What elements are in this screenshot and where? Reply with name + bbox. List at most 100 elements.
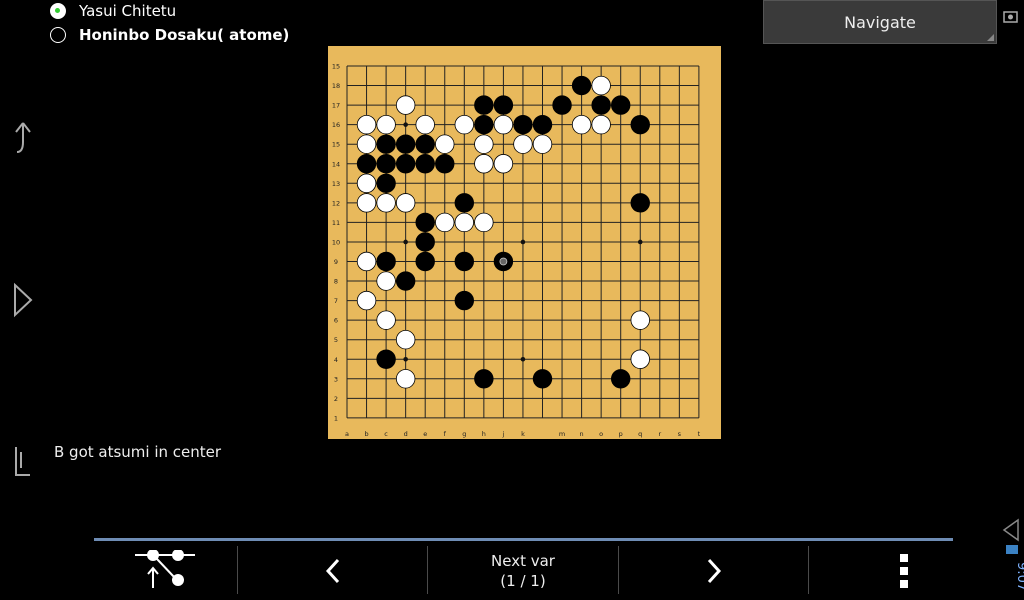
comment-toggle-icon[interactable] (10, 444, 36, 480)
black-stone-indicator-icon (50, 27, 66, 43)
black-stone (532, 369, 553, 389)
white-stone (435, 212, 455, 233)
play-icon[interactable] (10, 282, 36, 318)
white-stone (630, 310, 650, 330)
row-label: 18 (332, 82, 340, 90)
black-stone (376, 251, 396, 272)
row-label: 10 (332, 238, 340, 246)
black-stone (532, 114, 553, 135)
move-comment: B got atsumi in center (54, 443, 222, 461)
variation-tree-button[interactable] (94, 541, 236, 600)
column-label: h (482, 430, 486, 438)
black-stone (474, 114, 494, 135)
star-point (520, 356, 526, 362)
white-stone (356, 173, 377, 194)
black-stone (376, 154, 396, 174)
white-stone (532, 134, 553, 154)
player-white-name: Yasui Chitetu (79, 2, 177, 20)
black-stone (415, 251, 435, 272)
black-stone (395, 134, 416, 154)
black-stone (376, 173, 396, 194)
black-stone (415, 134, 435, 154)
last-move-marker-icon (499, 257, 508, 266)
white-stone (356, 290, 377, 311)
white-stone (395, 369, 416, 389)
black-stone (630, 193, 650, 213)
white-stone (435, 134, 455, 154)
row-label: 13 (332, 180, 340, 188)
row-label: 16 (332, 121, 340, 129)
column-label: b (364, 430, 368, 438)
next-move-button[interactable] (619, 541, 808, 600)
black-stone (356, 154, 377, 174)
black-stone (454, 290, 475, 311)
column-label: p (619, 430, 623, 438)
white-stone (376, 114, 396, 135)
black-stone (630, 114, 650, 135)
black-stone (571, 75, 592, 96)
black-stone (474, 369, 494, 389)
player-black: Honinbo Dosaku( atome) (50, 24, 289, 46)
navigate-label: Navigate (844, 12, 916, 32)
row-label: 7 (334, 297, 338, 305)
go-board[interactable]: 15181716151413121110987654321a b c d e f g h j k m… (328, 46, 721, 439)
white-stone (395, 95, 416, 115)
column-label: g (462, 430, 466, 438)
clock-text: 9:07 (1014, 562, 1024, 591)
column-label: d (404, 430, 408, 438)
screenshot-icon (1003, 11, 1018, 23)
star-point (403, 356, 408, 362)
black-stone (591, 95, 611, 115)
black-stone (395, 154, 416, 174)
row-label: 3 (334, 375, 338, 383)
signal-icon (1002, 518, 1019, 542)
navigate-button[interactable]: Navigate (763, 0, 997, 44)
row-label: 5 (334, 336, 338, 344)
black-stone (415, 154, 435, 174)
black-stone (611, 95, 631, 115)
black-stone (376, 134, 396, 154)
row-label: 4 (334, 356, 338, 364)
star-point (520, 239, 526, 245)
black-stone (513, 114, 533, 135)
status-bar: 9:07 (1002, 11, 1024, 591)
previous-move-button[interactable] (238, 541, 427, 600)
star-point (637, 239, 643, 245)
white-stone (415, 114, 435, 135)
next-var-count: (1 / 1) (500, 571, 546, 590)
row-label: 9 (334, 258, 338, 266)
white-stone (591, 75, 611, 96)
row-label: 12 (332, 199, 340, 207)
next-var-button[interactable]: Next var (1 / 1) (428, 541, 618, 600)
white-stone-indicator-icon (50, 3, 66, 19)
overflow-menu-button[interactable] (809, 541, 999, 600)
white-stone (571, 114, 592, 135)
white-stone (395, 330, 416, 350)
column-label: a (345, 430, 349, 438)
white-stone (493, 114, 514, 135)
white-stone (591, 114, 611, 135)
column-label: m (559, 430, 565, 438)
column-label: t (698, 430, 701, 438)
white-stone (376, 271, 396, 291)
black-stone (376, 349, 396, 369)
white-stone (630, 349, 650, 369)
black-stone (493, 95, 514, 115)
up-arrow-icon[interactable] (10, 120, 36, 156)
row-label: 14 (332, 160, 340, 168)
column-label: q (638, 430, 642, 438)
white-stone (395, 193, 416, 213)
black-stone (474, 95, 494, 115)
white-stone (474, 134, 494, 154)
white-stone (454, 114, 475, 135)
black-stone (611, 369, 631, 389)
white-stone (356, 114, 377, 135)
star-point (403, 239, 408, 245)
white-stone (513, 134, 533, 154)
player-white: Yasui Chitetu (50, 0, 176, 22)
column-label: j (501, 430, 504, 438)
white-stone (356, 193, 377, 213)
row-label: 11 (332, 219, 340, 227)
row-label: 15 (332, 141, 340, 149)
white-stone (356, 134, 377, 154)
